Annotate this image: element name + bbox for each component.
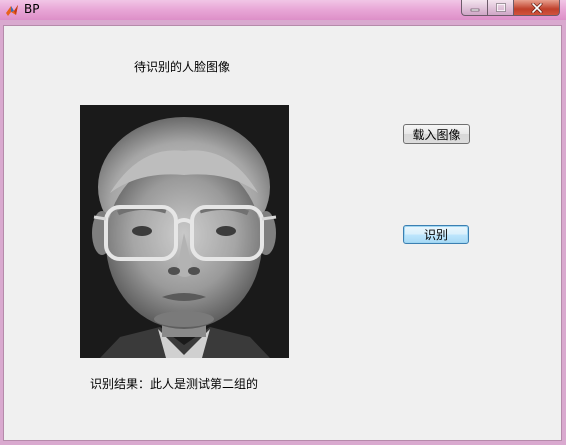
app-window: BP 待识别的人脸图像 载入图像 识别 识别结果：此人是测试第二组的 [0,0,566,445]
minimize-button[interactable] [461,0,488,16]
close-button[interactable] [514,0,560,16]
image-caption: 待识别的人脸图像 [134,60,231,74]
face-image [80,105,289,358]
maximize-icon [495,3,506,12]
minimize-icon [470,8,479,11]
recognize-button[interactable]: 识别 [403,225,469,244]
window-title: BP [24,2,40,16]
face-photo [80,105,289,358]
matlab-icon [6,5,18,16]
title-bar[interactable]: BP [0,0,566,20]
load-image-button[interactable]: 载入图像 [403,124,470,144]
close-icon [531,2,542,13]
recognition-result-text: 识别结果：此人是测试第二组的 [90,377,259,391]
maximize-button[interactable] [488,0,514,16]
